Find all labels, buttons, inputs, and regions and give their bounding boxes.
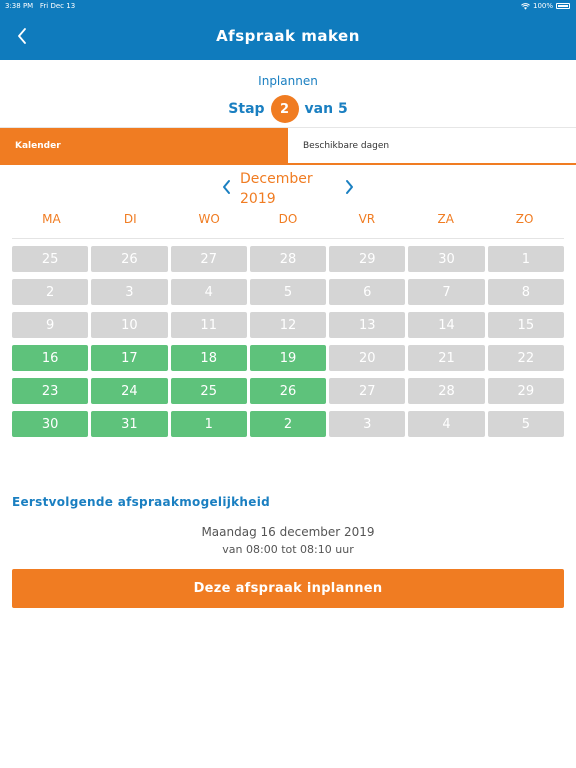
- tab-kalender[interactable]: Kalender: [0, 128, 288, 163]
- step-label: Inplannen: [258, 74, 318, 88]
- status-bar: 3:38 PM Fri Dec 13 100%: [0, 0, 576, 12]
- calendar-day-unavailable[interactable]: 30: [408, 246, 485, 272]
- month-year: 2019: [240, 191, 276, 207]
- weekday-label: VR: [358, 212, 376, 226]
- calendar-day-unavailable[interactable]: 3: [91, 279, 168, 305]
- month-title: December 2019: [240, 169, 340, 209]
- status-date: Fri Dec 13: [39, 2, 76, 10]
- next-appointment-date: Maandag 16 december 2019: [201, 525, 375, 539]
- month-name: December: [240, 171, 313, 187]
- calendar-day-unavailable[interactable]: 28: [249, 246, 327, 272]
- calendar-day-unavailable[interactable]: 6: [329, 279, 406, 305]
- calendar-day-unavailable[interactable]: 12: [249, 312, 327, 338]
- status-time: 3:38 PM: [5, 2, 34, 10]
- calendar-day-unavailable[interactable]: 27: [329, 378, 406, 404]
- calendar-day-unavailable[interactable]: 5: [487, 411, 564, 437]
- weekday-label: WO: [198, 212, 220, 226]
- calendar-day-available[interactable]: 2: [249, 411, 327, 437]
- previous-month-button[interactable]: [218, 178, 236, 196]
- step-indicator: Stap 2 van 5: [0, 95, 576, 123]
- next-appointment-time: van 08:00 tot 08:10 uur: [222, 543, 354, 556]
- calendar-grid: 25 26 27 28 29 30 1 2 3 4 5 6 7 8 9 10 11 12 13 14 15 16 17 18 1…: [12, 246, 564, 444]
- page-title: Afspraak maken: [216, 27, 360, 45]
- chevron-right-icon: [346, 180, 353, 194]
- calendar-day-unavailable[interactable]: 7: [408, 279, 485, 305]
- weekday-label: DI: [123, 212, 137, 226]
- calendar-day-unavailable[interactable]: 26: [91, 246, 168, 272]
- chevron-left-icon: [223, 180, 230, 194]
- calendar-week-row: 9 10 11 12 13 14 15: [12, 312, 564, 338]
- calendar-day-unavailable[interactable]: 3: [329, 411, 406, 437]
- calendar-day-unavailable[interactable]: 8: [487, 279, 564, 305]
- calendar-day-unavailable[interactable]: 4: [170, 279, 247, 305]
- calendar-day-available[interactable]: 18: [170, 345, 247, 371]
- calendar-day-available[interactable]: 19: [249, 345, 327, 371]
- calendar-day-unavailable[interactable]: 11: [170, 312, 247, 338]
- step-current-badge: 2: [270, 95, 299, 123]
- divider: [12, 238, 564, 239]
- step-suffix: van 5: [304, 101, 348, 117]
- calendar-day-available[interactable]: 30: [12, 411, 89, 437]
- calendar-day-unavailable[interactable]: 14: [408, 312, 485, 338]
- calendar-week-row: 25 26 27 28 29 30 1: [12, 246, 564, 272]
- weekday-label: ZA: [437, 212, 454, 226]
- calendar-day-available[interactable]: 31: [91, 411, 168, 437]
- calendar-week-row: 16 17 18 19 20 21 22: [12, 345, 564, 371]
- schedule-appointment-button[interactable]: Deze afspraak inplannen: [12, 569, 564, 608]
- calendar-day-available[interactable]: 24: [91, 378, 168, 404]
- calendar-day-unavailable[interactable]: 29: [487, 378, 564, 404]
- calendar-day-available[interactable]: 17: [91, 345, 168, 371]
- calendar-day-available[interactable]: 16: [12, 345, 89, 371]
- wifi-icon: [521, 2, 530, 10]
- battery-percent: 100%: [532, 2, 553, 10]
- calendar-day-unavailable[interactable]: 21: [408, 345, 485, 371]
- month-navigator: December 2019: [0, 168, 576, 210]
- calendar-day-unavailable[interactable]: 29: [329, 246, 406, 272]
- weekday-label: MA: [42, 212, 61, 226]
- calendar-week-row: 2345678: [12, 279, 564, 305]
- calendar-day-available[interactable]: 26: [249, 378, 327, 404]
- calendar-day-available[interactable]: 23: [12, 378, 89, 404]
- calendar-day-unavailable[interactable]: 13: [329, 312, 406, 338]
- calendar-day-unavailable[interactable]: 2: [12, 279, 89, 305]
- next-month-button[interactable]: [340, 178, 358, 196]
- tab-beschikbare-dagen[interactable]: Beschikbare dagen: [288, 128, 576, 163]
- back-button[interactable]: [10, 24, 34, 48]
- calendar-day-available[interactable]: 25: [170, 378, 247, 404]
- nav-bar: Afspraak maken: [0, 12, 576, 60]
- calendar-day-unavailable[interactable]: 10: [91, 312, 168, 338]
- weekday-label: DO: [278, 212, 298, 226]
- calendar-day-unavailable[interactable]: 4: [408, 411, 485, 437]
- calendar-day-unavailable[interactable]: 22: [487, 345, 564, 371]
- calendar-week-row: 30 31 1 2 3 4 5: [12, 411, 564, 437]
- calendar-day-unavailable[interactable]: 25: [12, 246, 89, 272]
- calendar-day-unavailable[interactable]: 15: [487, 312, 564, 338]
- calendar-day-available[interactable]: 1: [170, 411, 247, 437]
- calendar-day-unavailable[interactable]: 5: [249, 279, 327, 305]
- status-time-date: 3:38 PM Fri Dec 13: [5, 0, 75, 12]
- calendar-day-unavailable[interactable]: 9: [12, 312, 89, 338]
- calendar-day-unavailable[interactable]: 1: [487, 246, 564, 272]
- weekday-header: MA DI WO DO VR ZA ZO: [12, 212, 564, 226]
- view-tabs: Kalender Beschikbare dagen: [0, 127, 576, 165]
- calendar-week-row: 23 24 25 26 27 28 29: [12, 378, 564, 404]
- calendar-day-unavailable[interactable]: 28: [408, 378, 485, 404]
- battery-icon: [556, 3, 570, 9]
- status-right: 100%: [521, 0, 570, 12]
- step-prefix: Stap: [228, 101, 265, 117]
- calendar-day-unavailable[interactable]: 20: [329, 345, 406, 371]
- calendar-day-unavailable[interactable]: 27: [170, 246, 247, 272]
- next-appointment-heading: Eerstvolgende afspraakmogelijkheid: [12, 495, 271, 509]
- chevron-left-icon: [18, 28, 26, 44]
- weekday-label: ZO: [515, 212, 534, 226]
